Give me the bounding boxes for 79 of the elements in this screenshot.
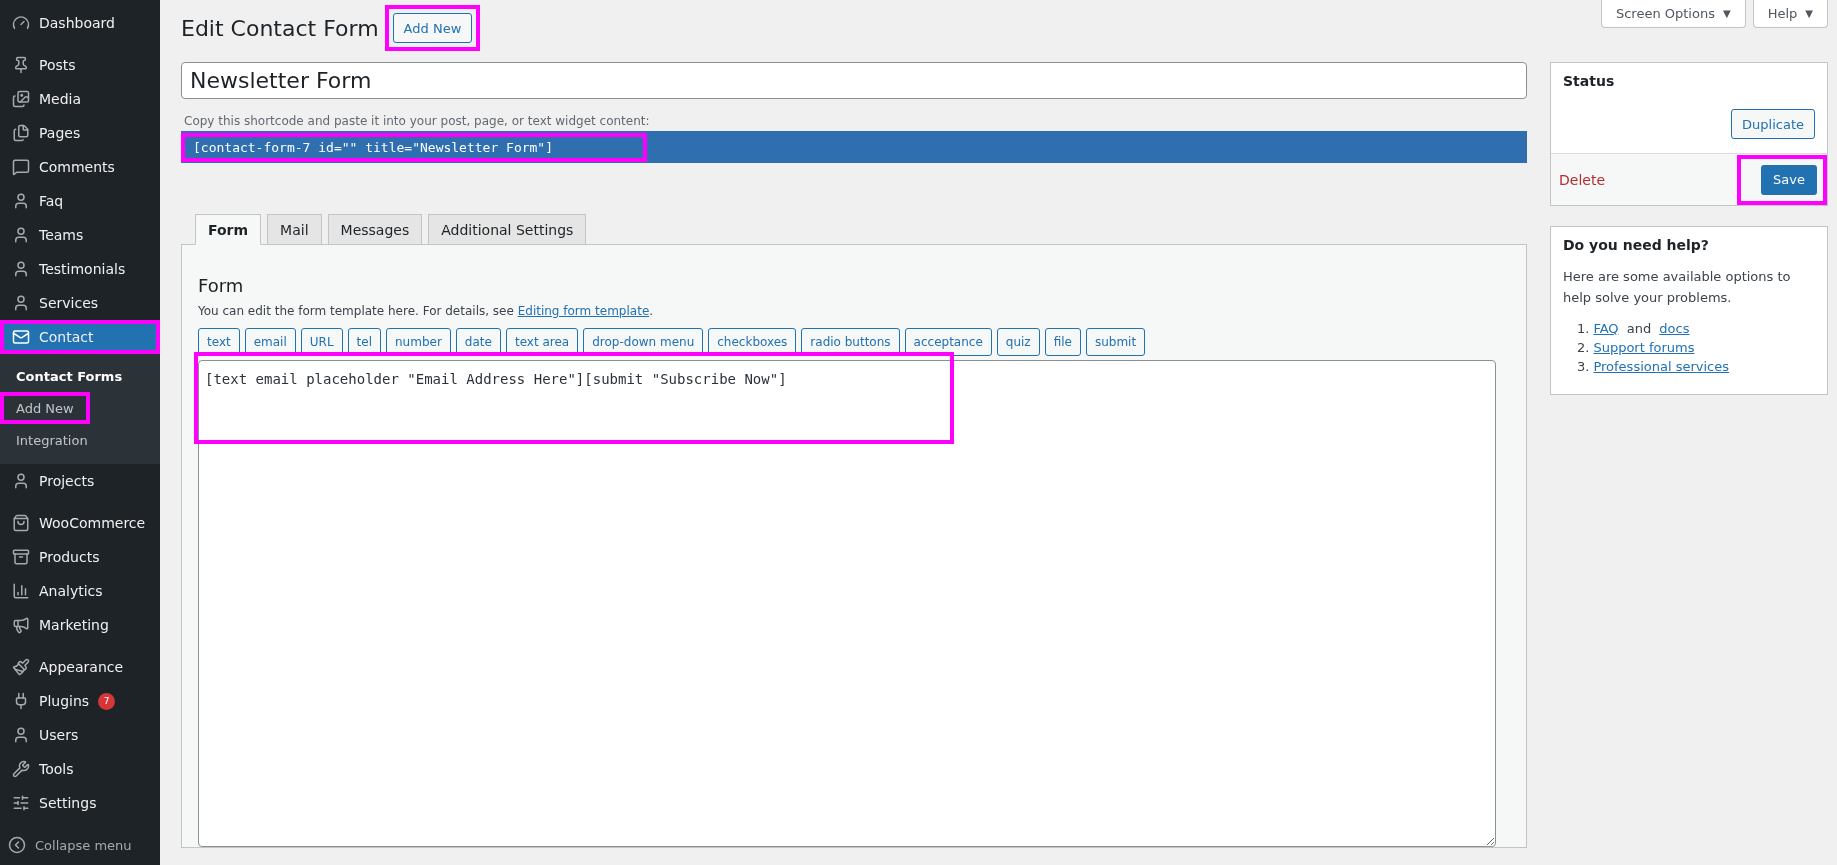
tab[interactable]: Messages [327, 214, 423, 245]
menu-item[interactable]: WooCommerce [4, 510, 156, 536]
help-link[interactable]: docs [1659, 320, 1690, 336]
page-title: Edit Contact Form [181, 15, 379, 41]
box-title: Do you need help? [1562, 236, 1710, 255]
shortcode-text[interactable]: [contact-form-7 id="" title="Newsletter Form"] [185, 136, 644, 158]
menu-item[interactable]: Appearance [4, 654, 156, 680]
menu-item[interactable]: Users [4, 722, 156, 748]
caret-icon: ▼ [1805, 8, 1813, 19]
menu-item[interactable]: Projects [4, 468, 156, 494]
help-text: Here are some available options to help solve your problems. [1563, 268, 1792, 307]
tag-generator-button[interactable]: submit [1085, 328, 1146, 356]
menu-item[interactable]: Settings [4, 790, 156, 816]
tag-generator-button[interactable]: file [1044, 328, 1081, 356]
save-button[interactable]: Save [1761, 164, 1817, 195]
menu-item[interactable]: Services [4, 290, 156, 316]
person-icon [12, 260, 30, 278]
menu-item[interactable]: Faq [4, 188, 156, 214]
list-number: 3. [1577, 358, 1590, 374]
menu-item[interactable]: Teams [4, 222, 156, 248]
list-number: 1. [1577, 320, 1590, 336]
menu-item[interactable]: Dashboard [4, 10, 156, 36]
menu-item[interactable]: Products [4, 544, 156, 570]
help-link[interactable]: Professional services [1593, 358, 1729, 374]
person-icon [12, 294, 30, 312]
paintbrush-icon [12, 658, 30, 676]
media-icon [12, 90, 30, 108]
section-heading: Form [198, 275, 245, 296]
help-link[interactable]: FAQ [1593, 320, 1619, 336]
tag-generator-button[interactable]: acceptance [904, 328, 992, 356]
tab[interactable]: Additional Settings [428, 214, 587, 245]
person-icon [12, 226, 30, 244]
menu-item[interactable]: Testimonials [4, 256, 156, 282]
menu-item[interactable]: Tools [4, 756, 156, 782]
tag-generator-button[interactable]: quiz [996, 328, 1040, 356]
dropdown-tab-button[interactable]: Help ▼ [1752, 0, 1828, 28]
description-text: You can edit the form template here. For details, see Editing form template. [198, 304, 655, 318]
wrench-icon [12, 760, 30, 778]
menu-item[interactable]: Analytics [4, 578, 156, 604]
bar-chart-icon [12, 582, 30, 600]
dropdown-tab-button[interactable]: Screen Options ▼ [1600, 0, 1746, 28]
comment-icon [12, 158, 30, 176]
help-link[interactable]: Support forums [1593, 339, 1695, 355]
pages-icon [12, 124, 30, 142]
box-title: Status [1562, 72, 1616, 91]
add-new-button[interactable]: Add New [392, 13, 473, 43]
collapse-menu-button[interactable]: Collapse menu [0, 828, 160, 862]
caret-icon: ▼ [1722, 8, 1731, 19]
person-icon [12, 726, 30, 744]
mail-icon [12, 328, 30, 346]
menu-item[interactable]: Media [4, 86, 156, 112]
sliders-icon [12, 794, 30, 812]
submenu-item[interactable]: Add New [4, 396, 86, 420]
tab[interactable]: Form [195, 214, 262, 245]
archive-icon [12, 548, 30, 566]
duplicate-button[interactable]: Duplicate [1731, 109, 1815, 139]
submenu-item[interactable]: Integration [4, 428, 100, 452]
menu-item[interactable]: Pages [4, 120, 156, 146]
dashboard-icon [12, 14, 30, 32]
megaphone-icon [12, 616, 30, 634]
menu-item[interactable]: Comments [4, 154, 156, 180]
title-field[interactable]: Newsletter Form [181, 62, 1527, 99]
menu-item[interactable]: Contact [4, 324, 156, 350]
list-text: and [1625, 320, 1653, 336]
template-editor[interactable]: [text email placeholder "Email Address Here"][submit "Subscribe Now"] [198, 360, 1496, 847]
menu-item[interactable]: Marketing [4, 612, 156, 638]
menu-item[interactable]: Plugins 7 [4, 688, 156, 714]
bag-icon [12, 514, 30, 532]
menu-item[interactable]: Posts [4, 52, 156, 78]
tab[interactable]: Mail [267, 214, 322, 245]
shortcode-hint: Copy this shortcode and paste it into your post, page, or text widget content: [184, 114, 651, 128]
count-badge: 7 [98, 692, 116, 710]
submenu-item[interactable]: Contact Forms [4, 364, 135, 388]
collapse-icon [8, 836, 26, 854]
pin-icon [12, 56, 30, 74]
list-number: 2. [1577, 339, 1590, 355]
delete-link[interactable]: Delete [1559, 171, 1605, 188]
person-icon [12, 472, 30, 490]
person-icon [12, 192, 30, 210]
